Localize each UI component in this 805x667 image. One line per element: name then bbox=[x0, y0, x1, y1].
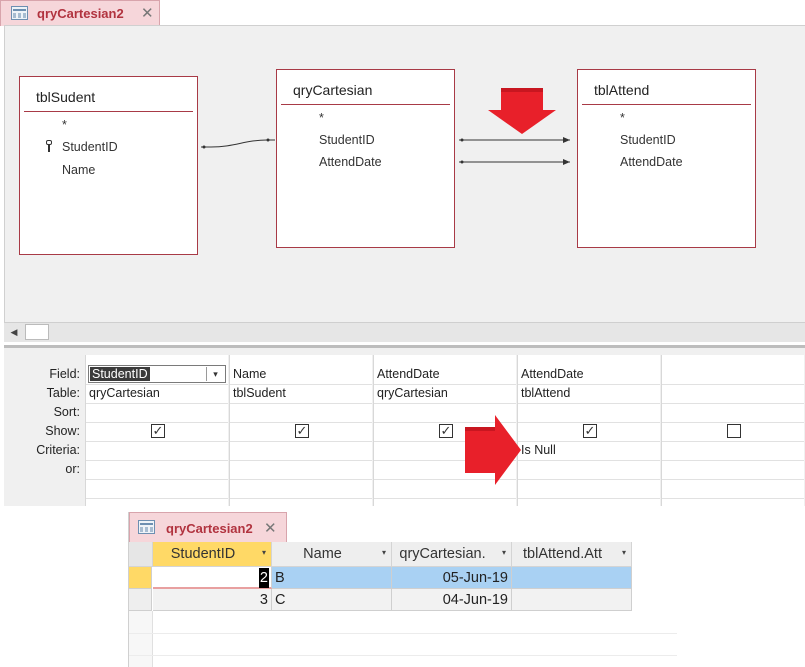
table-value[interactable]: qryCartesian bbox=[377, 386, 448, 400]
column-header-studentid[interactable]: StudentID ▾ bbox=[153, 542, 272, 567]
empty-row-line bbox=[129, 655, 677, 656]
field-all[interactable]: * bbox=[319, 111, 324, 125]
column-header-label: StudentID bbox=[170, 546, 236, 562]
horizontal-scrollbar[interactable]: ◀ bbox=[4, 322, 805, 342]
field-studentid[interactable]: StudentID bbox=[319, 133, 375, 147]
row-label-table: Table: bbox=[46, 386, 80, 400]
show-checkbox[interactable]: ✓ bbox=[295, 424, 309, 438]
field-name[interactable]: Name bbox=[62, 163, 95, 177]
datasheet-tab-title: qryCartesian2 bbox=[166, 521, 253, 536]
table-box-tblsudent[interactable]: tblSudent * StudentID Name bbox=[19, 76, 198, 255]
close-icon[interactable]: ✕ bbox=[264, 521, 277, 536]
field-value[interactable]: Name bbox=[233, 367, 266, 381]
datasheet-window: qryCartesian2 ✕ StudentID ▾ Name ▾ qryCa… bbox=[128, 512, 677, 667]
empty-record-area bbox=[129, 611, 153, 667]
scroll-left-icon[interactable]: ◀ bbox=[6, 325, 22, 340]
row-label-criteria: Criteria: bbox=[36, 443, 80, 457]
query-design-grid: Field: Table: Sort: Show: Criteria: or: … bbox=[4, 348, 805, 506]
table-value[interactable]: tblAttend bbox=[521, 386, 570, 400]
column-header-label: Name bbox=[303, 546, 342, 562]
cell-value: 05-Jun-19 bbox=[442, 570, 508, 586]
grid-column-1[interactable]: StudentID ▾ qryCartesian ✓ bbox=[85, 355, 228, 506]
row-label-sort: Sort: bbox=[53, 405, 80, 419]
field-value[interactable]: AttendDate bbox=[521, 367, 584, 381]
table-value[interactable]: tblSudent bbox=[233, 386, 286, 400]
sort-arrow-icon[interactable]: ▾ bbox=[622, 548, 626, 557]
cell-studentid[interactable]: 2 bbox=[153, 567, 272, 589]
field-value[interactable]: StudentID bbox=[90, 367, 150, 381]
field-studentid[interactable]: StudentID bbox=[62, 140, 118, 154]
scroll-thumb[interactable] bbox=[25, 324, 49, 340]
field-all[interactable]: * bbox=[62, 118, 67, 132]
record-selector[interactable] bbox=[129, 589, 152, 611]
cell-value: B bbox=[275, 570, 285, 586]
table-value[interactable]: qryCartesian bbox=[89, 386, 160, 400]
sort-arrow-icon[interactable]: ▾ bbox=[382, 548, 386, 557]
cell-name[interactable]: B bbox=[272, 567, 392, 589]
table-name: qryCartesian bbox=[281, 82, 450, 105]
query-design-tab-title: qryCartesian2 bbox=[37, 6, 124, 21]
cell-value: 3 bbox=[259, 592, 268, 608]
field-attenddate[interactable]: AttendDate bbox=[319, 155, 382, 169]
table-box-qrycartesian[interactable]: qryCartesian * StudentID AttendDate bbox=[276, 69, 455, 248]
primary-key-icon bbox=[46, 140, 52, 152]
query-icon bbox=[11, 6, 28, 20]
join-line-studentid[interactable] bbox=[201, 139, 275, 148]
show-checkbox[interactable]: ✓ bbox=[151, 424, 165, 438]
datasheet-tab[interactable]: qryCartesian2 ✕ bbox=[129, 512, 287, 542]
red-down-arrow-annotation bbox=[488, 88, 556, 134]
empty-row-line bbox=[129, 633, 677, 634]
field-studentid[interactable]: StudentID bbox=[620, 133, 676, 147]
column-header-label: qryCartesian. bbox=[399, 546, 486, 562]
grid-column-2[interactable]: Name tblSudent ✓ bbox=[229, 355, 372, 506]
column-header-label: tblAttend.Att bbox=[523, 546, 602, 562]
close-icon[interactable]: ✕ bbox=[141, 6, 154, 21]
cell-studentid[interactable]: 3 bbox=[153, 589, 272, 611]
row-label-or: or: bbox=[65, 462, 80, 476]
column-header-qrycartesian[interactable]: qryCartesian. ▾ bbox=[392, 542, 512, 567]
grid-column-5[interactable] bbox=[661, 355, 804, 506]
show-checkbox[interactable] bbox=[727, 424, 741, 438]
criteria-value[interactable]: Is Null bbox=[521, 443, 556, 457]
cell-value: 04-Jun-19 bbox=[442, 592, 508, 608]
sort-arrow-icon[interactable]: ▾ bbox=[502, 548, 506, 557]
query-icon bbox=[138, 520, 155, 534]
row-label-field: Field: bbox=[49, 367, 80, 381]
query-design-tab[interactable]: qryCartesian2 ✕ bbox=[0, 0, 160, 26]
grid-column-4[interactable]: AttendDate tblAttend ✓ Is Null bbox=[517, 355, 660, 506]
field-value[interactable]: AttendDate bbox=[377, 367, 440, 381]
field-combo[interactable]: StudentID ▾ bbox=[88, 365, 226, 383]
red-right-arrow-annotation bbox=[465, 415, 521, 485]
cell-date[interactable]: 05-Jun-19 bbox=[392, 567, 512, 589]
cell-attend[interactable] bbox=[512, 589, 632, 611]
field-attenddate[interactable]: AttendDate bbox=[620, 155, 683, 169]
column-header-tblattend[interactable]: tblAttend.Att ▾ bbox=[512, 542, 632, 567]
cell-value: 2 bbox=[258, 568, 269, 588]
dropdown-arrow-icon[interactable]: ▾ bbox=[206, 367, 224, 381]
sort-arrow-icon[interactable]: ▾ bbox=[262, 548, 266, 557]
table-name: tblSudent bbox=[24, 89, 193, 112]
cell-date[interactable]: 04-Jun-19 bbox=[392, 589, 512, 611]
select-all-corner[interactable] bbox=[129, 542, 153, 567]
table-box-tblattend[interactable]: tblAttend * StudentID AttendDate bbox=[577, 69, 756, 248]
cell-attend[interactable] bbox=[512, 567, 632, 589]
show-checkbox[interactable]: ✓ bbox=[583, 424, 597, 438]
field-all[interactable]: * bbox=[620, 111, 625, 125]
show-checkbox[interactable]: ✓ bbox=[439, 424, 453, 438]
row-label-show: Show: bbox=[45, 424, 80, 438]
column-header-name[interactable]: Name ▾ bbox=[272, 542, 392, 567]
record-selector[interactable] bbox=[129, 567, 152, 589]
relationship-pane: tblSudent * StudentID Name qryCartesian … bbox=[4, 25, 805, 324]
cell-value: C bbox=[275, 592, 286, 608]
cell-name[interactable]: C bbox=[272, 589, 392, 611]
table-name: tblAttend bbox=[582, 82, 751, 105]
